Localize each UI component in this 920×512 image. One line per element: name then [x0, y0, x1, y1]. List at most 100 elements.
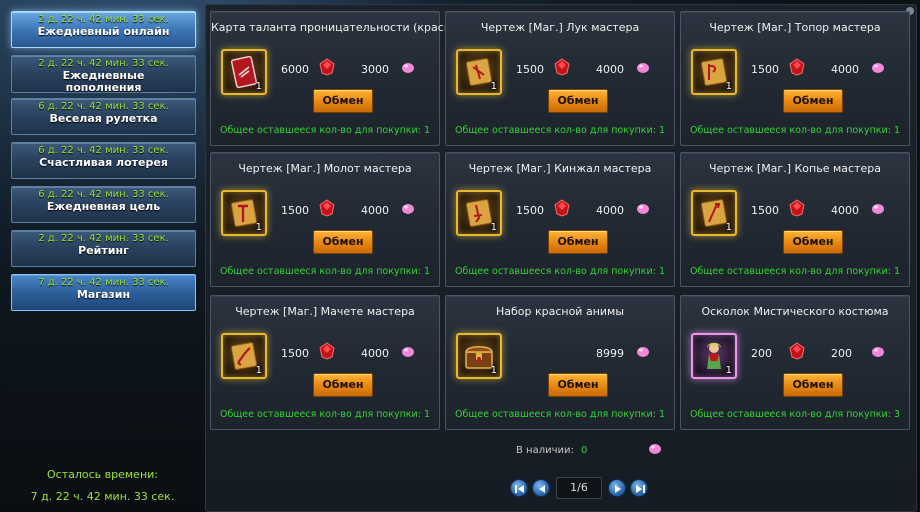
item-quantity: 1 — [725, 81, 732, 92]
card-title: Осколок Мистического костюма — [701, 305, 889, 318]
ruby-cost: 6000 — [281, 63, 309, 76]
exchange-button[interactable]: Обмен — [548, 89, 608, 113]
exchange-button[interactable]: Обмен — [313, 230, 373, 254]
sidebar-item-rating[interactable]: 2 д. 22 ч. 42 мин. 33 сек. Рейтинг — [11, 230, 196, 267]
exchange-button[interactable]: Обмен — [313, 89, 373, 113]
card-title: Чертеж [Маг.] Кинжал мастера — [468, 162, 652, 175]
item-slot[interactable]: 1 — [456, 190, 502, 236]
remaining-quantity: Общее оставшееся кол-во для покупки: 3 — [690, 409, 900, 420]
card-title: Набор красной анимы — [495, 305, 625, 318]
pink-pearl-icon — [402, 347, 414, 357]
card-title: Чертеж [Маг.] Мачете мастера — [235, 305, 415, 318]
shop-card: Чертеж [Маг.] Лук мастера 1 1500 4000 Об… — [445, 11, 675, 146]
item-slot[interactable]: 1 — [691, 190, 737, 236]
pearl-cost: 4000 — [596, 204, 624, 217]
sidebar-item-roulette[interactable]: 6 д. 22 ч. 42 мин. 33 сек. Веселая рулет… — [11, 98, 196, 135]
pink-pearl-icon — [402, 63, 414, 73]
ruby-icon — [554, 199, 570, 217]
remaining-quantity: Общее оставшееся кол-во для покупки: 1 — [220, 266, 430, 277]
pearl-cost: 4000 — [361, 204, 389, 217]
first-page-button[interactable] — [510, 479, 528, 497]
shop-card: Чертеж [Маг.] Копье мастера 1 1500 4000 … — [680, 152, 910, 287]
ruby-icon — [789, 58, 805, 76]
pearl-cost: 3000 — [361, 63, 389, 76]
pearl-cost: 4000 — [831, 63, 859, 76]
pearl-cost: 4000 — [596, 63, 624, 76]
exchange-button[interactable]: Обмен — [548, 230, 608, 254]
item-slot[interactable]: 1 — [221, 333, 267, 379]
pagination: 1/6 — [506, 477, 656, 501]
stock-label: В наличии: — [516, 445, 574, 456]
exchange-button[interactable]: Обмен — [783, 230, 843, 254]
remaining-quantity: Общее оставшееся кол-во для покупки: 1 — [220, 409, 430, 420]
ruby-cost: 1500 — [751, 204, 779, 217]
sidebar-item-label: Счастливая лотерея — [39, 156, 168, 169]
item-quantity: 1 — [490, 365, 497, 376]
pink-pearl-icon — [637, 204, 649, 214]
card-title: Карта таланта проницательности (красная) — [211, 21, 469, 34]
item-quantity: 1 — [725, 222, 732, 233]
remaining-quantity: Общее оставшееся кол-во для покупки: 1 — [220, 125, 430, 136]
shop-card: Чертеж [Маг.] Мачете мастера 1 1500 4000… — [210, 295, 440, 430]
sidebar-item-daily-goal[interactable]: 6 д. 22 ч. 42 мин. 33 сек. Ежедневная це… — [11, 186, 196, 223]
item-slot[interactable]: 1 — [221, 190, 267, 236]
pink-pearl-icon — [637, 63, 649, 73]
sidebar-item-label: Магазин — [76, 288, 131, 301]
event-sidebar: 2 д. 22 ч. 42 мин. 33 сек. Ежедневный он… — [0, 0, 205, 512]
exchange-button[interactable]: Обмен — [313, 373, 373, 397]
ruby-cost: 1500 — [751, 63, 779, 76]
ruby-icon — [319, 199, 335, 217]
sidebar-item-label: Ежедневные пополнения — [62, 69, 145, 94]
ruby-cost: 1500 — [281, 204, 309, 217]
item-slot[interactable]: 1 — [456, 333, 502, 379]
shop-card: Карта таланта проницательности (красная)… — [210, 11, 469, 146]
pearl-cost: 4000 — [361, 347, 389, 360]
pink-pearl-icon — [872, 347, 884, 357]
sidebar-item-daily-topup[interactable]: 2 д. 22 ч. 42 мин. 33 сек. Ежедневные по… — [11, 55, 196, 94]
remaining-quantity: Общее оставшееся кол-во для покупки: 1 — [690, 266, 900, 277]
item-slot[interactable]: 1 — [691, 49, 737, 95]
next-page-button[interactable] — [608, 479, 626, 497]
pink-pearl-icon — [402, 204, 414, 214]
sidebar-item-label: Ежедневная цель — [46, 200, 161, 213]
shop-card: Осколок Мистического костюма 1 200 200 О… — [680, 295, 910, 430]
item-quantity: 1 — [255, 222, 262, 233]
prev-page-button[interactable] — [532, 479, 550, 497]
card-title: Чертеж [Маг.] Молот мастера — [238, 162, 412, 175]
sidebar-item-label: Ежедневный онлайн — [37, 25, 170, 38]
sidebar-item-label: Рейтинг — [78, 244, 129, 257]
shop-card: Чертеж [Маг.] Молот мастера 1 1500 4000 … — [210, 152, 440, 287]
page-indicator: 1/6 — [556, 477, 602, 499]
pearl-cost: 4000 — [831, 204, 859, 217]
prev-page-icon — [539, 485, 545, 493]
remaining-quantity: Общее оставшееся кол-во для покупки: 1 — [455, 266, 665, 277]
ruby-icon — [789, 342, 805, 360]
last-page-button[interactable] — [630, 479, 648, 497]
sidebar-item-lottery[interactable]: 6 д. 22 ч. 42 мин. 33 сек. Счастливая ло… — [11, 142, 196, 179]
ruby-icon — [319, 342, 335, 360]
pink-pearl-icon — [872, 204, 884, 214]
remaining-quantity: Общее оставшееся кол-во для покупки: 1 — [690, 125, 900, 136]
sidebar-item-daily-online[interactable]: 2 д. 22 ч. 42 мин. 33 сек. Ежедневный он… — [11, 11, 196, 48]
ruby-icon — [554, 58, 570, 76]
item-quantity: 1 — [725, 365, 732, 376]
item-slot[interactable]: 1 — [456, 49, 502, 95]
ruby-cost: 1500 — [281, 347, 309, 360]
remaining-quantity: Общее оставшееся кол-во для покупки: 1 — [455, 409, 665, 420]
sidebar-item-shop[interactable]: 7 д. 22 ч. 42 мин. 33 сек. Магазин — [11, 274, 196, 311]
last-page-icon — [636, 485, 645, 493]
next-page-icon — [615, 485, 621, 493]
pink-pearl-icon — [649, 444, 661, 454]
exchange-button[interactable]: Обмен — [548, 373, 608, 397]
item-slot[interactable]: 1 — [691, 333, 737, 379]
ruby-icon — [789, 199, 805, 217]
exchange-button[interactable]: Обмен — [783, 373, 843, 397]
ruby-cost: 1500 — [516, 204, 544, 217]
ruby-cost: 1500 — [516, 63, 544, 76]
item-slot[interactable]: 1 — [221, 49, 267, 95]
shop-card: Чертеж [Маг.] Кинжал мастера 1 1500 4000… — [445, 152, 675, 287]
item-quantity: 1 — [490, 81, 497, 92]
time-left-value: 7 д. 22 ч. 42 мин. 33 сек. — [30, 490, 175, 503]
sidebar-item-label: Веселая рулетка — [49, 112, 158, 125]
exchange-button[interactable]: Обмен — [783, 89, 843, 113]
